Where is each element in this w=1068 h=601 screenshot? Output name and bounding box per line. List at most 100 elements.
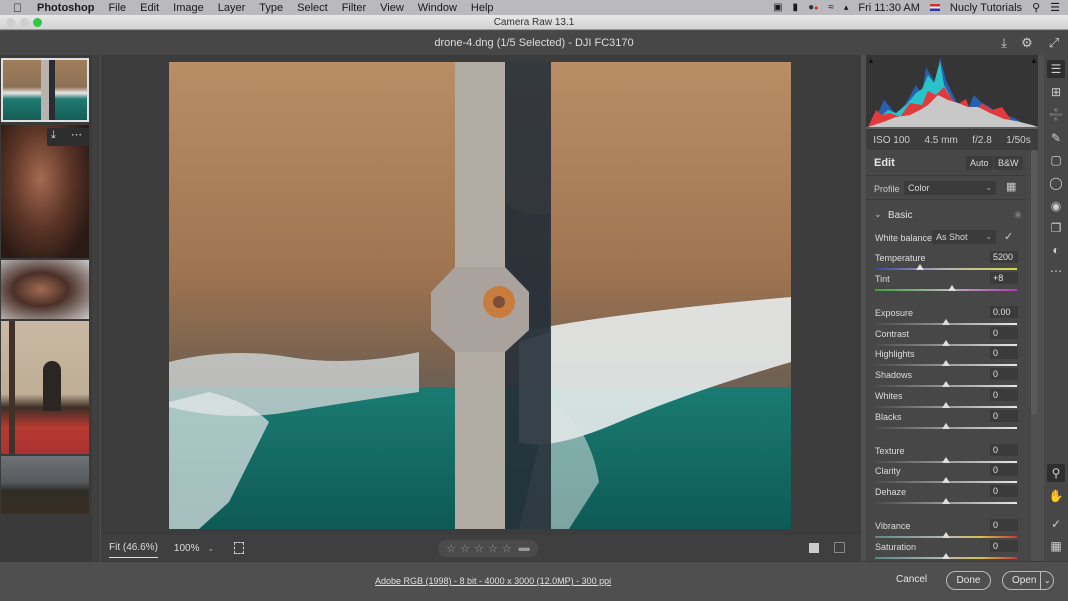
contrast-slider-handle[interactable] <box>942 340 950 346</box>
shadows-value-input[interactable]: 0 <box>990 368 1018 380</box>
radial-filter-icon[interactable]: ◯ <box>1047 174 1065 192</box>
vibrance-value-input[interactable]: 0 <box>990 519 1018 531</box>
minimize-window-button[interactable] <box>20 18 29 27</box>
more-options-icon[interactable]: ⋯ <box>71 128 82 141</box>
snapshots-icon[interactable]: ❐ <box>1047 219 1065 237</box>
crop-icon[interactable]: ⊞ <box>1047 83 1065 101</box>
zoom-level-select[interactable]: 100% <box>174 543 200 554</box>
highlights-slider-handle[interactable] <box>942 360 950 366</box>
zoom-window-button[interactable] <box>33 18 42 27</box>
menu-app-name[interactable]: Photoshop <box>37 2 94 14</box>
fit-zoom-button[interactable]: Fit (46.6%) <box>109 538 158 558</box>
red-eye-icon[interactable]: ◉ <box>1047 197 1065 215</box>
dehaze-value-input[interactable]: 0 <box>990 485 1018 497</box>
clarity-value-input[interactable]: 0 <box>990 464 1018 476</box>
workflow-options-link[interactable]: Adobe RGB (1998) - 8 bit - 4000 x 3000 (… <box>375 576 611 586</box>
thumbnail-building[interactable] <box>1 321 89 454</box>
star-5-icon[interactable]: ☆ <box>502 542 512 555</box>
thumbnail-landscape[interactable] <box>1 456 89 514</box>
trash-icon[interactable]: ▬ <box>519 542 530 555</box>
auto-button[interactable]: Auto <box>966 156 993 170</box>
bw-button[interactable]: B&W <box>994 156 1023 170</box>
healing-icon[interactable]: ➗ <box>1047 106 1065 124</box>
exposure-slider-handle[interactable] <box>942 319 950 325</box>
eyedropper-icon[interactable]: ✓ <box>1004 230 1013 243</box>
menu-file[interactable]: File <box>108 2 126 14</box>
star-2-icon[interactable]: ☆ <box>460 542 470 555</box>
panel-scrollbar[interactable] <box>1031 150 1037 415</box>
temperature-slider-handle[interactable] <box>916 264 925 270</box>
star-1-icon[interactable]: ☆ <box>446 542 456 555</box>
saturation-slider-handle[interactable] <box>942 553 950 559</box>
menu-filter[interactable]: Filter <box>342 2 366 14</box>
zoom-tool-icon[interactable]: ⚲ <box>1047 464 1065 482</box>
tint-value-input[interactable]: +8 <box>990 272 1018 284</box>
highlights-value-input[interactable]: 0 <box>990 347 1018 359</box>
whites-slider-handle[interactable] <box>942 402 950 408</box>
filmstrip-view-icon[interactable] <box>809 543 819 553</box>
save-image-icon[interactable]: ⤓ <box>996 35 1012 51</box>
menu-type[interactable]: Type <box>259 2 283 14</box>
battery-icon[interactable]: ▮ <box>793 2 799 13</box>
texture-value-input[interactable]: 0 <box>990 444 1018 456</box>
brush-icon[interactable]: ✎ <box>1047 129 1065 147</box>
blacks-value-input[interactable]: 0 <box>990 410 1018 422</box>
preview-image[interactable] <box>169 62 791 529</box>
temperature-slider-track[interactable] <box>875 268 1017 270</box>
menu-window[interactable]: Window <box>418 2 457 14</box>
vibrance-slider-handle[interactable] <box>942 532 950 538</box>
star-3-icon[interactable]: ☆ <box>474 542 484 555</box>
exposure-value-input[interactable]: 0.00 <box>990 306 1018 318</box>
chevron-down-icon[interactable]: ⌄ <box>207 544 214 553</box>
texture-slider-handle[interactable] <box>942 457 950 463</box>
save-thumbnail-icon[interactable]: ⤓ <box>51 129 56 142</box>
hand-tool-icon[interactable]: ✋ <box>1047 487 1065 505</box>
settings-gear-icon[interactable]: ⚙ <box>1019 35 1035 51</box>
user-name[interactable]: Nucly Tutorials <box>950 2 1022 14</box>
open-button[interactable]: Open <box>1012 575 1036 586</box>
basic-section-header[interactable]: ⌄ Basic ◉ <box>866 206 1026 224</box>
done-button[interactable]: Done <box>946 571 991 590</box>
shadow-clipping-icon[interactable]: ▲ <box>867 56 875 65</box>
blacks-slider-handle[interactable] <box>942 423 950 429</box>
spotlight-search-icon[interactable]: ⚲ <box>1032 1 1040 14</box>
highlight-clipping-icon[interactable]: ▲ <box>1030 56 1038 65</box>
menu-view[interactable]: View <box>380 2 404 14</box>
gradient-icon[interactable]: ▢ <box>1047 151 1065 169</box>
camera-icon[interactable]: ▣ <box>773 2 782 13</box>
control-center-icon[interactable]: ☰ <box>1050 1 1060 14</box>
menu-select[interactable]: Select <box>297 2 328 14</box>
profile-browser-icon[interactable]: ▦ <box>1006 180 1016 193</box>
more-tools-icon[interactable]: ⋯ <box>1047 262 1065 280</box>
fullscreen-toggle-icon[interactable]: ⤢ <box>1046 35 1062 51</box>
thumbnail-portrait-curly[interactable] <box>1 260 89 319</box>
menu-image[interactable]: Image <box>173 2 204 14</box>
presets-icon[interactable]: ◐ <box>1047 241 1065 259</box>
menu-layer[interactable]: Layer <box>218 2 246 14</box>
apple-icon[interactable]:  <box>13 1 25 15</box>
visibility-eye-icon[interactable]: ◉ <box>1014 209 1022 220</box>
compare-view-icon[interactable] <box>834 542 845 553</box>
menu-help[interactable]: Help <box>471 2 494 14</box>
contrast-value-input[interactable]: 0 <box>990 327 1018 339</box>
cancel-button[interactable]: Cancel <box>896 574 927 585</box>
clock[interactable]: Fri 11:30 AM <box>858 2 920 14</box>
shadows-slider-handle[interactable] <box>942 381 950 387</box>
close-window-button[interactable] <box>6 18 15 27</box>
dehaze-slider-handle[interactable] <box>942 498 950 504</box>
wifi-icon[interactable]: ≈ <box>828 2 834 13</box>
temperature-value-input[interactable]: 5200 <box>990 251 1018 263</box>
whites-value-input[interactable]: 0 <box>990 389 1018 401</box>
menu-edit[interactable]: Edit <box>140 2 159 14</box>
open-options-chevron-icon[interactable]: ⌄ <box>1040 572 1051 589</box>
thumbnail-portrait-veil[interactable]: ⤓ ⋯ <box>1 125 89 258</box>
grid-overlay-icon[interactable]: ▦ <box>1047 537 1065 555</box>
tint-slider-track[interactable] <box>875 289 1017 291</box>
airplay-icon[interactable]: ▴ <box>844 2 849 13</box>
filmstrip-scrollbar[interactable] <box>92 55 100 561</box>
profile-select[interactable]: Color ⌄ <box>904 181 996 195</box>
white-balance-select[interactable]: As Shot ⌄ <box>932 230 996 244</box>
flag-icon[interactable] <box>929 4 940 11</box>
star-4-icon[interactable]: ☆ <box>488 542 498 555</box>
before-after-icon[interactable] <box>234 542 245 554</box>
